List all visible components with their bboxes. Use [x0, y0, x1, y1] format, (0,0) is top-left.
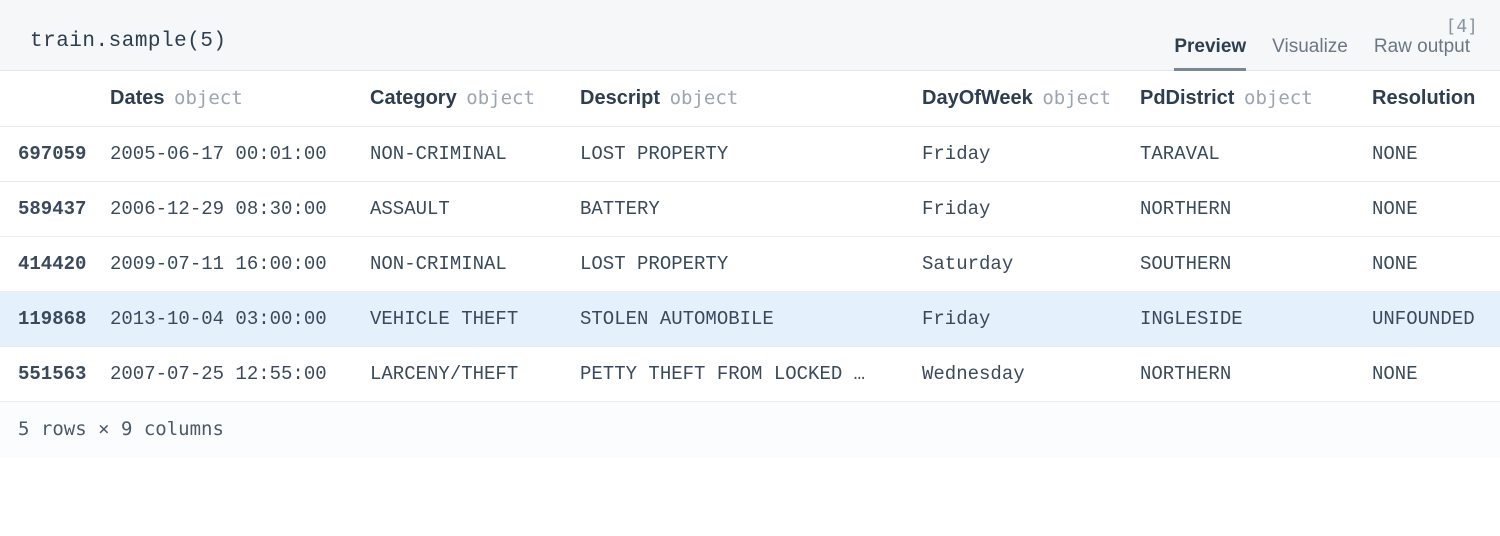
cell-dayofweek: Friday [922, 182, 1140, 237]
table-row[interactable]: 4144202009-07-11 16:00:00NON-CRIMINALLOS… [0, 237, 1500, 292]
table-row[interactable]: 5894372006-12-29 08:30:00ASSAULTBATTERYF… [0, 182, 1500, 237]
cell-pddistrict: NORTHERN [1140, 182, 1372, 237]
cell-dayofweek: Friday [922, 127, 1140, 182]
cell-dates: 2013-10-04 03:00:00 [110, 292, 370, 347]
col-header-pddistrict[interactable]: PdDistrict object [1140, 71, 1372, 127]
col-name: Dates [110, 87, 164, 109]
col-dtype: object [1042, 87, 1111, 109]
header-row: Dates object Category object Descript ob… [0, 71, 1500, 127]
col-header-category[interactable]: Category object [370, 71, 580, 127]
table-row[interactable]: 5515632007-07-25 12:55:00LARCENY/THEFTPE… [0, 347, 1500, 402]
cell-descript: BATTERY [580, 182, 922, 237]
tab-raw-output[interactable]: Raw output [1374, 30, 1470, 70]
cell-category: ASSAULT [370, 182, 580, 237]
col-header-dayofweek[interactable]: DayOfWeek object [922, 71, 1140, 127]
cell-resolution: NONE [1372, 347, 1500, 402]
cell-category: NON-CRIMINAL [370, 237, 580, 292]
cell-dates: 2009-07-11 16:00:00 [110, 237, 370, 292]
col-header-descript[interactable]: Descript object [580, 71, 922, 127]
cell-dayofweek: Friday [922, 292, 1140, 347]
index-cell: 414420 [0, 237, 110, 292]
col-name: Category [370, 87, 457, 109]
cell-descript: LOST PROPERTY [580, 237, 922, 292]
cell-descript: LOST PROPERTY [580, 127, 922, 182]
cell-pddistrict: INGLESIDE [1140, 292, 1372, 347]
cell-dates: 2005-06-17 00:01:00 [110, 127, 370, 182]
cell-resolution: UNFOUNDED [1372, 292, 1500, 347]
col-dtype: object [670, 87, 739, 109]
table-row[interactable]: 1198682013-10-04 03:00:00VEHICLE THEFTST… [0, 292, 1500, 347]
cell-descript: PETTY THEFT FROM LOCKED … [580, 347, 922, 402]
cell-resolution: NONE [1372, 237, 1500, 292]
col-name: DayOfWeek [922, 87, 1033, 109]
col-header-resolution[interactable]: Resolution [1372, 71, 1500, 127]
col-name: Resolution [1372, 87, 1475, 109]
cell-resolution: NONE [1372, 182, 1500, 237]
col-name: PdDistrict [1140, 87, 1234, 109]
cell-descript: STOLEN AUTOMOBILE [580, 292, 922, 347]
dataframe-table: Dates object Category object Descript ob… [0, 71, 1500, 402]
col-header-dates[interactable]: Dates object [110, 71, 370, 127]
index-cell: 551563 [0, 347, 110, 402]
dataframe-output: Dates object Category object Descript ob… [0, 71, 1500, 402]
table-row[interactable]: 6970592005-06-17 00:01:00NON-CRIMINALLOS… [0, 127, 1500, 182]
code-input[interactable]: train.sample(5) [30, 14, 227, 53]
col-name: Descript [580, 87, 660, 109]
cell-pddistrict: TARAVAL [1140, 127, 1372, 182]
cell-category: VEHICLE THEFT [370, 292, 580, 347]
cell-dates: 2006-12-29 08:30:00 [110, 182, 370, 237]
index-cell: 589437 [0, 182, 110, 237]
col-dtype: object [1244, 87, 1313, 109]
tab-preview[interactable]: Preview [1174, 30, 1246, 71]
col-dtype: object [174, 87, 243, 109]
index-cell: 119868 [0, 292, 110, 347]
cell-resolution: NONE [1372, 127, 1500, 182]
index-cell: 697059 [0, 127, 110, 182]
col-dtype: object [466, 87, 535, 109]
index-header [0, 71, 110, 127]
tab-visualize[interactable]: Visualize [1272, 30, 1348, 70]
cell-category: NON-CRIMINAL [370, 127, 580, 182]
cell-pddistrict: NORTHERN [1140, 347, 1372, 402]
cell-dayofweek: Wednesday [922, 347, 1140, 402]
cell-pddistrict: SOUTHERN [1140, 237, 1372, 292]
cell-dayofweek: Saturday [922, 237, 1140, 292]
cell-dates: 2007-07-25 12:55:00 [110, 347, 370, 402]
cell-category: LARCENY/THEFT [370, 347, 580, 402]
dataframe-shape: 5 rows × 9 columns [0, 402, 1500, 458]
